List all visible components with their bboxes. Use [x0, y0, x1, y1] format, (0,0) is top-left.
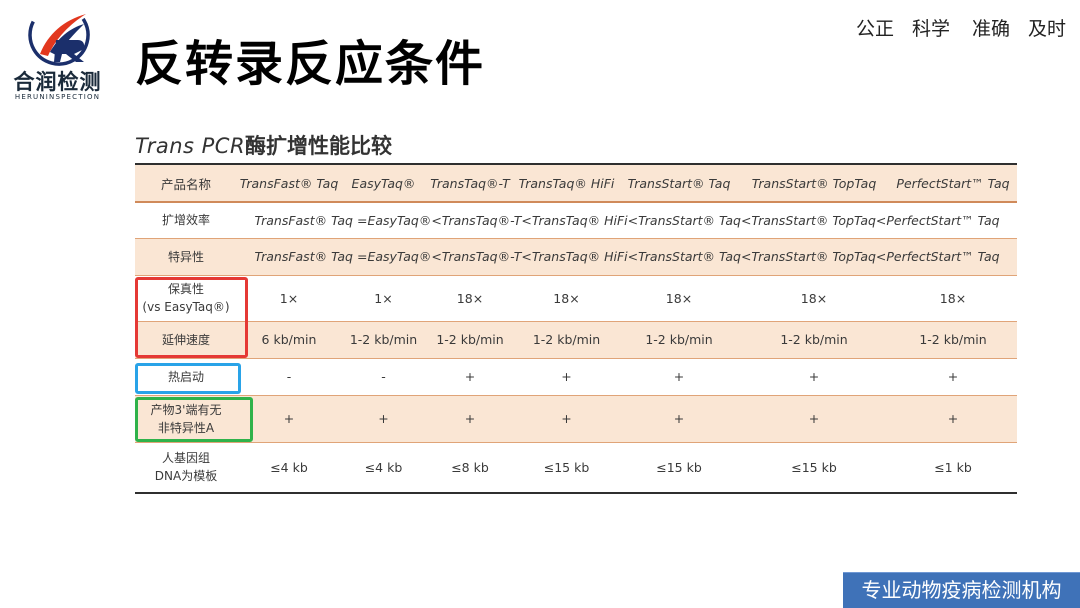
table-row-fidelity: 保真性 (vs EasyTaq®) 1× 1× 18× 18× 18× 18× 1…	[135, 275, 1017, 322]
table-cell: 18×	[889, 275, 1017, 322]
highlight-box-blue	[135, 363, 241, 394]
table-cell: ≤15 kb	[514, 442, 619, 494]
table-row-extension-speed: 延伸速度 6 kb/min 1-2 kb/min 1-2 kb/min 1-2 …	[135, 321, 1017, 359]
footer-badge: 专业动物疫病检测机构	[843, 572, 1080, 608]
row-label: 扩增效率	[135, 202, 237, 239]
table-cell: ≤8 kb	[426, 442, 514, 494]
table-cell: +	[739, 358, 889, 396]
slogan-word: 公正	[855, 18, 894, 40]
page-title: 反转录反应条件	[135, 36, 486, 92]
table-cell: 18×	[619, 275, 739, 322]
table-cell: +	[619, 358, 739, 396]
table-cell: ≤15 kb	[619, 442, 739, 494]
table-cell: -	[341, 358, 426, 396]
row-label: 特异性	[135, 238, 237, 276]
logo-name-en: HERUNINSPECTION	[14, 93, 101, 101]
table-cell: 1-2 kb/min	[341, 321, 426, 359]
row-label: 人基因组 DNA为模板	[135, 442, 237, 494]
highlight-box-green	[135, 397, 253, 442]
table-cell: 1-2 kb/min	[889, 321, 1017, 359]
table-cell: +	[889, 395, 1017, 443]
table-title-prefix: Trans PCR	[135, 134, 246, 158]
table-cell: +	[514, 358, 619, 396]
table-row-hot-start: 热启动 - - + + + + +	[135, 358, 1017, 396]
table-title-suffix: 酶扩增性能比较	[245, 134, 393, 158]
table-cell: 18×	[739, 275, 889, 322]
table-cell: +	[426, 395, 514, 443]
column-header: EasyTaq®	[341, 163, 426, 203]
table-cell: ≤4 kb	[341, 442, 426, 494]
table-row-efficiency: 扩增效率 TransFast® Taq =EasyTaq®<TransTaq®-…	[135, 202, 1017, 239]
slogan: 公正 科学 准确 及时	[856, 14, 1066, 41]
table-cell: 1-2 kb/min	[426, 321, 514, 359]
table-cell: 1×	[237, 275, 341, 322]
table-cell: ≤15 kb	[739, 442, 889, 494]
slogan-word: 科学	[911, 18, 950, 40]
row-span-text: TransFast® Taq =EasyTaq®<TransTaq®-T<Tra…	[237, 238, 1017, 276]
column-header: PerfectStart™ Taq	[889, 163, 1017, 203]
table-cell: -	[237, 358, 341, 396]
table-cell: ≤1 kb	[889, 442, 1017, 494]
comparison-table: 产品名称 TransFast® Taq EasyTaq® TransTaq®-T…	[135, 163, 1017, 494]
logo-mark-icon	[28, 4, 90, 66]
table-cell: 18×	[426, 275, 514, 322]
table-row-a-overhang: 产物3'端有无 非特异性A + + + + + + +	[135, 395, 1017, 443]
logo-name-cn: 合润检测	[13, 70, 102, 94]
column-header: TransStart® Taq	[619, 163, 739, 203]
table-cell: ≤4 kb	[237, 442, 341, 494]
table-header-row: 产品名称 TransFast® Taq EasyTaq® TransTaq®-T…	[135, 163, 1017, 203]
column-header: TransTaq®-T	[426, 163, 514, 203]
table-cell: 6 kb/min	[237, 321, 341, 359]
table-cell: +	[514, 395, 619, 443]
highlight-box-red	[135, 277, 248, 358]
column-header: TransFast® Taq	[237, 163, 341, 203]
slogan-word: 及时	[1027, 18, 1066, 40]
table-cell: +	[341, 395, 426, 443]
table-title: Trans PCR酶扩增性能比较	[135, 130, 392, 160]
table-cell: 1-2 kb/min	[739, 321, 889, 359]
table-cell: 18×	[514, 275, 619, 322]
company-logo: 合润检测 HERUNINSPECTION	[10, 4, 105, 101]
table-cell: 1-2 kb/min	[619, 321, 739, 359]
column-header: TransTaq® HiFi	[514, 163, 619, 203]
table-cell: +	[619, 395, 739, 443]
table-row-specificity: 特异性 TransFast® Taq =EasyTaq®<TransTaq®-T…	[135, 238, 1017, 276]
table-cell: +	[889, 358, 1017, 396]
table-cell: 1-2 kb/min	[514, 321, 619, 359]
table-row-genomic-dna: 人基因组 DNA为模板 ≤4 kb ≤4 kb ≤8 kb ≤15 kb ≤15 …	[135, 442, 1017, 494]
table-cell: +	[739, 395, 889, 443]
table-cell: 1×	[341, 275, 426, 322]
table-cell: +	[426, 358, 514, 396]
column-header: 产品名称	[135, 163, 237, 203]
column-header: TransStart® TopTaq	[739, 163, 889, 203]
row-span-text: TransFast® Taq =EasyTaq®<TransTaq®-T<Tra…	[237, 202, 1017, 239]
slogan-word: 准确	[971, 18, 1010, 40]
